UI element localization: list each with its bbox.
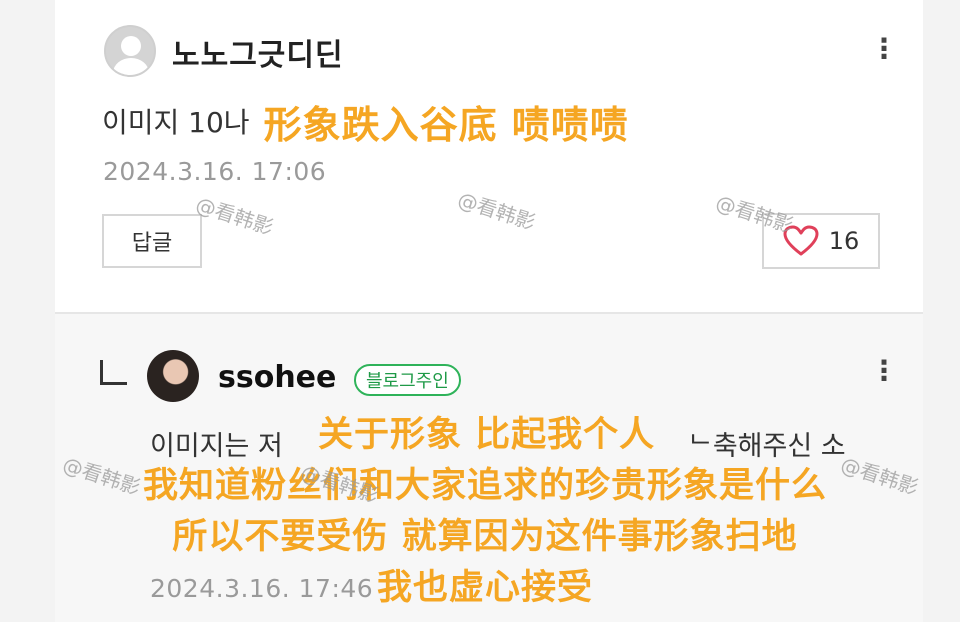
reply-username[interactable]: ssohee [218, 360, 336, 395]
like-count: 16 [828, 227, 860, 255]
more-options-icon[interactable]: ⋮ [870, 35, 898, 63]
reply-indent-icon [100, 360, 127, 385]
avatar-body-shape [113, 58, 149, 75]
reply-timestamp: 2024.3.16. 17:46 [150, 574, 374, 603]
user-avatar[interactable] [147, 350, 199, 402]
avatar-head-shape [121, 36, 141, 56]
reply-button[interactable]: 답글 [102, 214, 202, 268]
blog-owner-badge: 블로그주인 [354, 364, 461, 396]
subtitle-line: 所以不要受伤 就算因为这件事形象扫地 [172, 517, 798, 557]
comment-timestamp: 2024.3.16. 17:06 [103, 157, 327, 186]
comment-body: 이미지 10나 形象跌入谷底 啧啧啧 [102, 96, 629, 147]
chinese-caption: 形象跌入谷底 啧啧啧 [263, 102, 629, 147]
more-options-icon[interactable]: ⋮ [870, 357, 898, 385]
comment-text: 이미지 10나 [102, 106, 250, 139]
comment-username[interactable]: 노노그긋디딘 [172, 30, 344, 74]
subtitle-line: 我知道粉丝们和大家追求的珍贵形象是什么 [142, 466, 827, 506]
subtitle-line: 关于形象 比起我个人 [318, 415, 656, 455]
default-avatar-icon[interactable] [104, 25, 156, 77]
